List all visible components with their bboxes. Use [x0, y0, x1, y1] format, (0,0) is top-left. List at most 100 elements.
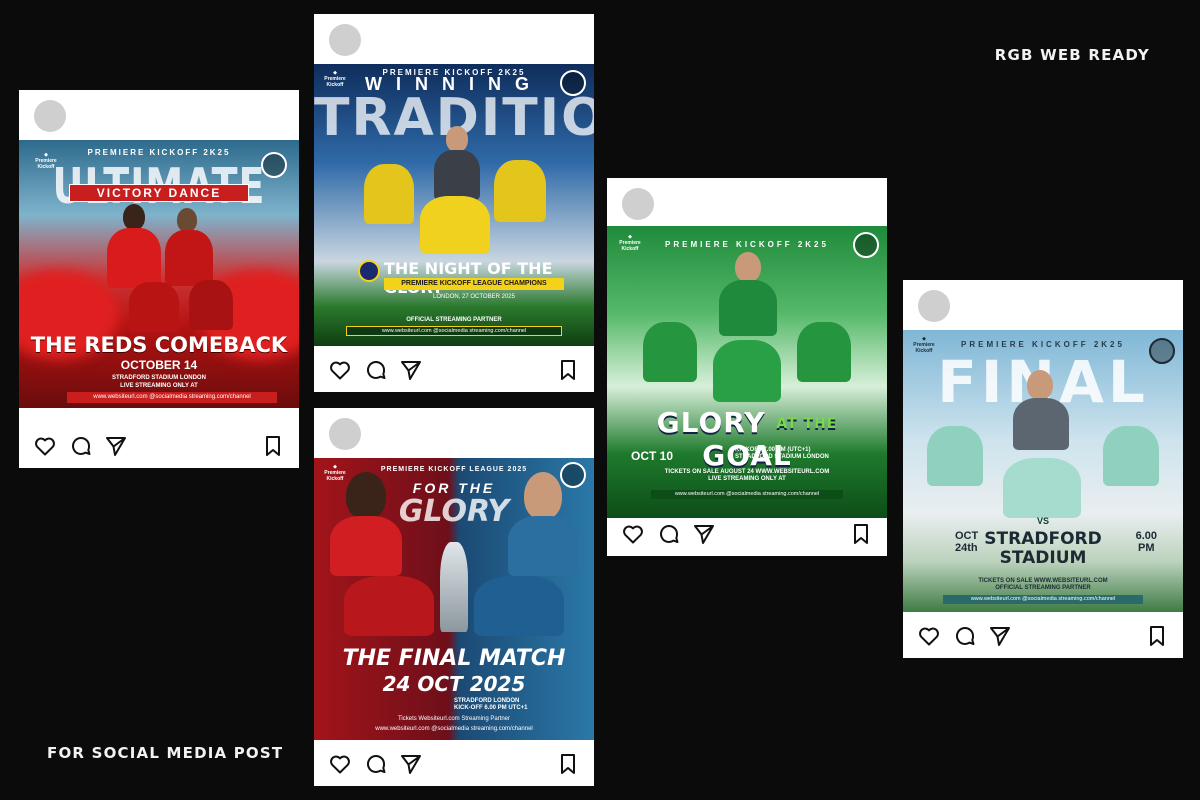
poster-contact-bar: www.websiteurl.com @socialmedia streamin… — [67, 392, 277, 403]
poster-contact-bar: Tickets Websiteurl.com Streaming Partner… — [324, 714, 584, 734]
player-jersey — [344, 576, 434, 636]
league-name: PREMIERE KICKOFF 2K25 — [665, 240, 829, 249]
avatar[interactable] — [329, 24, 361, 56]
comment-icon[interactable] — [953, 624, 977, 648]
kickoff-line: KICKOFF 7.00 PM (UTC+1) — [735, 447, 811, 453]
post-card-winning-tradition: ◆ Premiere Kickoff PREMIERE KICKOFF 2K25 W… — [314, 14, 594, 392]
comment-icon[interactable] — [69, 434, 93, 458]
club-crest — [358, 260, 380, 282]
kickoff-line: KICK-OFF 6.00 PM UTC+1 — [454, 705, 528, 711]
player-jersey — [1103, 426, 1159, 486]
player-jersey — [364, 164, 414, 224]
heart-icon[interactable] — [328, 358, 352, 382]
poster-vs: VS — [1036, 516, 1049, 526]
comment-icon[interactable] — [364, 752, 388, 776]
player-jersey — [189, 280, 233, 330]
poster-time: 6.00 PM — [1136, 530, 1157, 554]
bookmark-icon[interactable] — [556, 358, 580, 382]
venue-line: STRADFORD STADIUM LONDON — [112, 375, 206, 381]
streaming-line: LIVE STREAMING ONLY AT — [120, 383, 198, 389]
player-jersey — [643, 322, 697, 382]
tickets-line: TICKETS ON SALE WWW.WEBSITEURL.COM — [978, 578, 1108, 584]
poster-tickets: TICKETS ON SALE AUGUST 24 WWW.WEBSITEURL… — [607, 469, 887, 483]
player-jersey — [508, 516, 578, 576]
heart-icon[interactable] — [328, 752, 352, 776]
poster-banner: VICTORY DANCE — [69, 184, 249, 202]
post-actions — [314, 346, 594, 392]
post-actions — [19, 422, 299, 468]
player-head — [123, 204, 145, 230]
post-card-reds-comeback: ◆PremiereKickoff PREMIERE KICKOFF 2K25 U… — [19, 90, 299, 468]
post-image-final-stradford[interactable]: ◆PremiereKickoff PREMIERE KICKOFF 2K25 F… — [903, 330, 1183, 612]
send-icon[interactable] — [692, 522, 716, 546]
players-group — [354, 124, 554, 254]
bookmark-icon[interactable] — [849, 522, 873, 546]
poster-venue: STRADFORD STADIUM LONDON LIVE STREAMING … — [19, 374, 299, 390]
social-media-post-label: FOR SOCIAL MEDIA POST — [47, 744, 284, 762]
player-jersey — [494, 160, 546, 222]
poster-contact-bar: www.websiteurl.com @socialmedia streamin… — [346, 326, 562, 336]
player-jersey — [927, 426, 983, 486]
league-name: PREMIERE KICKOFF 2K25 — [87, 148, 231, 157]
poster-partner: OFFICIAL STREAMING PARTNER — [406, 317, 502, 323]
time-ampm: PM — [1138, 542, 1155, 554]
player-jersey — [474, 576, 564, 636]
post-image-reds-comeback[interactable]: ◆PremiereKickoff PREMIERE KICKOFF 2K25 U… — [19, 140, 299, 408]
send-icon[interactable] — [988, 624, 1012, 648]
partner-line: OFFICIAL STREAMING PARTNER — [995, 585, 1091, 591]
poster-headline: THE FINAL MATCH — [342, 646, 566, 671]
heart-icon[interactable] — [33, 434, 57, 458]
player-jersey — [1003, 458, 1081, 518]
post-image-winning-tradition[interactable]: ◆ Premiere Kickoff PREMIERE KICKOFF 2K25 W… — [314, 64, 594, 346]
trophy — [440, 542, 468, 632]
player-head — [446, 126, 468, 152]
player-head — [735, 252, 761, 282]
poster-kickoff: KICKOFF 7.00 PM (UTC+1) STRADFORD STADIU… — [735, 447, 829, 461]
bookmark-icon[interactable] — [556, 752, 580, 776]
players-group — [99, 202, 239, 332]
heart-icon[interactable] — [917, 624, 941, 648]
bookmark-icon[interactable] — [1145, 624, 1169, 648]
poster-contact-bar: www.websiteurl.com @socialmedia streamin… — [651, 490, 843, 499]
avatar[interactable] — [918, 290, 950, 322]
player-suit — [1013, 398, 1069, 450]
post-actions — [903, 612, 1183, 658]
time-value: 6.00 — [1135, 530, 1157, 542]
glory-word: GLORY — [656, 406, 766, 439]
send-icon[interactable] — [399, 752, 423, 776]
player-jersey — [129, 282, 179, 332]
post-actions — [607, 510, 887, 556]
comment-icon[interactable] — [364, 358, 388, 382]
post-image-final-match[interactable]: ◆ Premiere Kickoff PREMIERE KICKOFF LEAGUE… — [314, 458, 594, 740]
at-the-word: AT THE — [776, 416, 838, 432]
player-head — [346, 472, 386, 520]
tickets-line: Tickets Websiteurl.com Streaming Partner — [397, 716, 511, 722]
post-card-final-match: ◆ Premiere Kickoff PREMIERE KICKOFF LEAGUE… — [314, 408, 594, 786]
streaming-line: LIVE STREAMING ONLY AT — [708, 476, 786, 482]
poster-date: OCTOBER 14 — [120, 358, 198, 372]
venue-line: STRADFORD STADIUM LONDON — [735, 454, 829, 460]
send-icon[interactable] — [104, 434, 128, 458]
poster-tickets: TICKETS ON SALE WWW.WEBSITEURL.COM OFFIC… — [903, 578, 1183, 592]
post-image-glory-at-the-goal[interactable]: ◆ Premiere Kickoff PREMIERE KICKOFF 2K25 G… — [607, 226, 887, 518]
avatar[interactable] — [329, 418, 361, 450]
contact-line: www.websiteurl.com @socialmedia streamin… — [375, 726, 533, 732]
player-jersey — [165, 230, 213, 286]
avatar[interactable] — [34, 100, 66, 132]
player-jersey — [719, 280, 777, 336]
rgb-web-ready-label: RGB WEB READY — [994, 46, 1150, 64]
bookmark-icon[interactable] — [261, 434, 285, 458]
poster-date: 24 OCT 2025 — [382, 672, 526, 696]
avatar[interactable] — [622, 188, 654, 220]
player-head — [177, 208, 197, 232]
player-head — [524, 472, 562, 520]
heart-icon[interactable] — [621, 522, 645, 546]
player-jersey — [713, 340, 781, 402]
player-head — [1027, 370, 1053, 400]
player-jersey — [420, 196, 490, 254]
send-icon[interactable] — [399, 358, 423, 382]
poster-date: OCT 10 — [631, 449, 674, 463]
player-jersey — [107, 228, 161, 288]
player-jersey — [330, 516, 402, 576]
comment-icon[interactable] — [657, 522, 681, 546]
